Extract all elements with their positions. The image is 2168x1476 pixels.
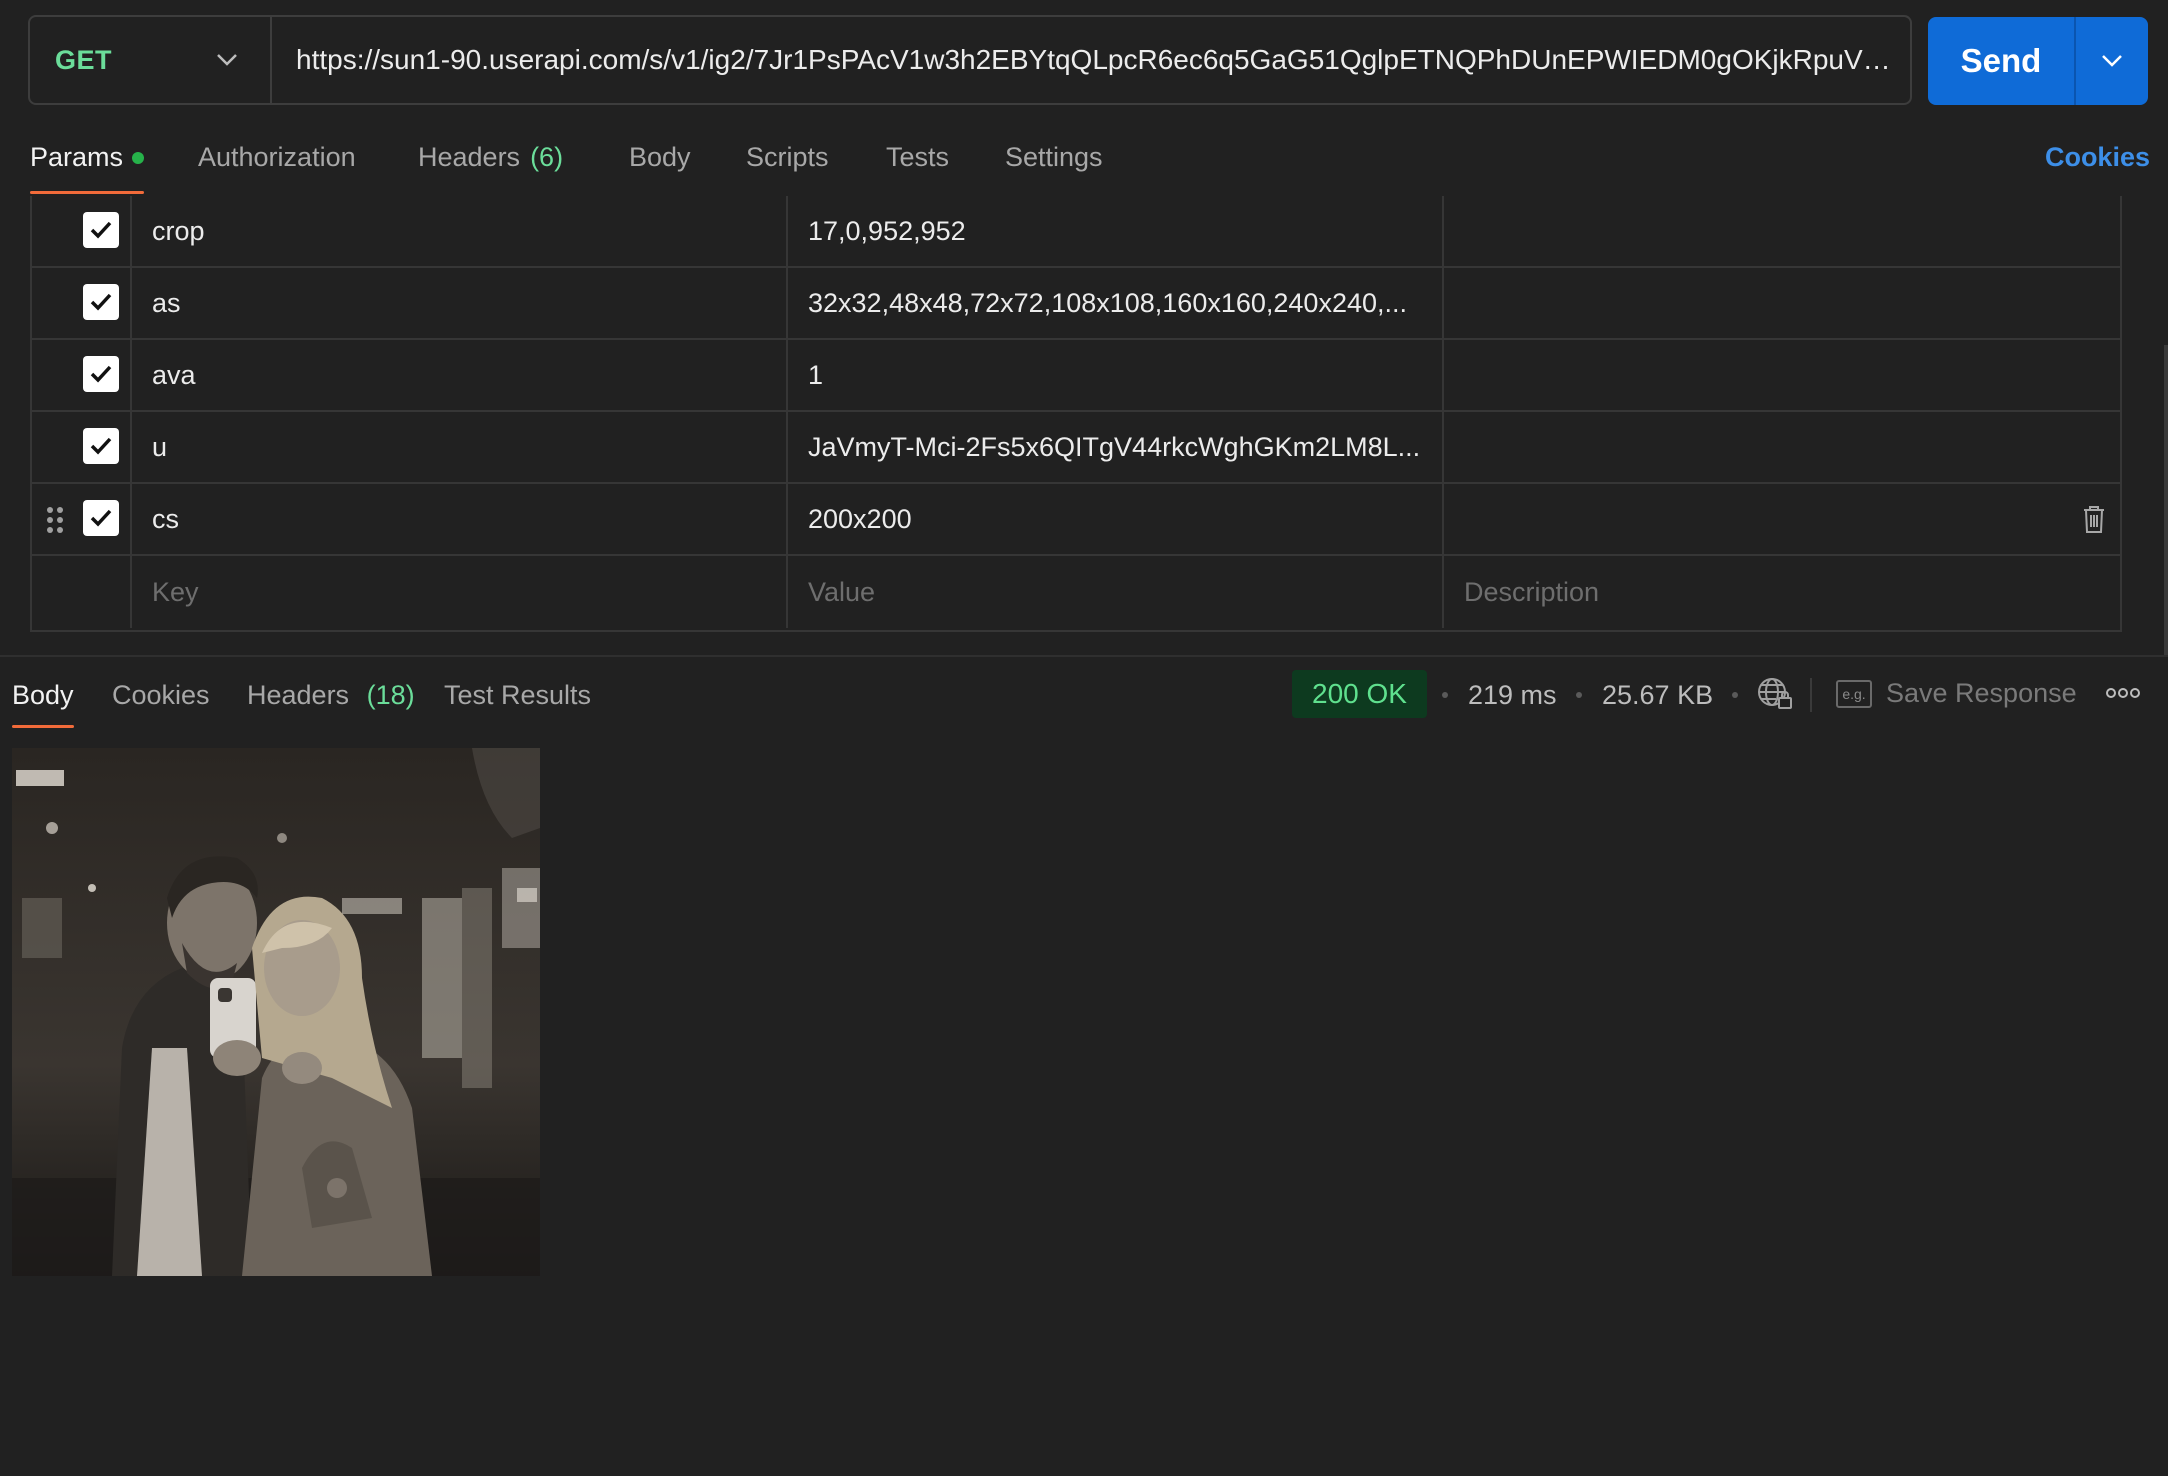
param-enabled-checkbox[interactable] (83, 500, 119, 536)
resp-tab-headers[interactable]: Headers (18) (247, 668, 415, 728)
resp-tab-test-results-label: Test Results (444, 680, 592, 710)
param-description[interactable] (1444, 268, 2120, 338)
resp-headers-count: (18) (366, 680, 415, 710)
param-value[interactable]: 32x32,48x48,72x72,108x108,160x160,240x24… (788, 268, 1444, 338)
param-description[interactable] (1444, 412, 2120, 482)
params-scrollbar[interactable] (2164, 345, 2168, 655)
params-active-dot (132, 152, 145, 164)
param-enabled-checkbox[interactable] (83, 212, 119, 248)
param-check-cell (32, 268, 132, 338)
param-enabled-checkbox[interactable] (83, 356, 119, 392)
checkmark-icon (90, 509, 112, 527)
param-row: u JaVmyT-Mci-2Fs5x6QITgV44rkcWghGKm2LM8L… (32, 412, 2120, 484)
resp-tab-headers-label: Headers (247, 680, 350, 710)
new-param-row: Key Value Description (32, 556, 2120, 628)
param-check-cell (32, 340, 132, 410)
param-key[interactable]: crop (132, 196, 788, 266)
checkmark-icon (90, 365, 112, 383)
tab-tests-label: Tests (886, 142, 950, 172)
tab-authorization-label: Authorization (198, 142, 356, 172)
pane-divider[interactable] (0, 655, 2168, 657)
status-badge[interactable]: 200 OK (1292, 670, 1427, 718)
param-row: crop 17,0,952,952 (32, 196, 2120, 268)
tab-params-label: Params (30, 142, 124, 172)
param-value[interactable]: 1 (788, 340, 1444, 410)
tab-body[interactable]: Body (629, 132, 691, 194)
resp-tab-cookies[interactable]: Cookies (112, 668, 210, 728)
checkmark-icon (90, 221, 112, 239)
api-client-window: GET https://sun1-90.userapi.com/s/v1/ig2… (0, 0, 2168, 1476)
params-table: crop 17,0,952,952 as 32x32,48x48,72x72,1… (30, 196, 2122, 632)
param-description[interactable] (1444, 196, 2120, 266)
tab-params[interactable]: Params (30, 132, 145, 194)
resp-tab-body-label: Body (12, 680, 74, 710)
tab-authorization[interactable]: Authorization (198, 132, 356, 194)
chevron-down-icon (2102, 55, 2122, 67)
request-tabs: Params Authorization Headers (6) Body Sc… (30, 132, 2150, 194)
cookies-link[interactable]: Cookies (2045, 142, 2150, 173)
param-check-cell (32, 412, 132, 482)
param-enabled-checkbox[interactable] (83, 284, 119, 320)
separator-dot (1576, 692, 1582, 698)
tab-body-label: Body (629, 142, 691, 172)
request-url-bar: GET https://sun1-90.userapi.com/s/v1/ig2… (28, 15, 1912, 105)
response-image-preview (12, 748, 540, 1276)
param-row: cs 200x200 (32, 484, 2120, 556)
drag-handle-icon[interactable] (46, 506, 66, 538)
checkmark-icon (90, 437, 112, 455)
chevron-down-icon (217, 54, 237, 66)
send-button-group: Send (1928, 17, 2148, 105)
checkmark-icon (90, 293, 112, 311)
new-param-description-input[interactable]: Description (1444, 556, 2120, 628)
send-button[interactable]: Send (1928, 17, 2076, 105)
new-param-value-input[interactable]: Value (788, 556, 1444, 628)
send-options-button[interactable] (2076, 17, 2148, 105)
tab-scripts-label: Scripts (746, 142, 829, 172)
tab-tests[interactable]: Tests (886, 132, 949, 194)
method-select[interactable]: GET (30, 17, 272, 103)
param-description[interactable] (1444, 340, 2120, 410)
new-param-key-input[interactable]: Key (132, 556, 788, 628)
save-response-label: Save Response (1886, 678, 2077, 708)
param-enabled-checkbox[interactable] (83, 428, 119, 464)
vertical-separator (1810, 678, 1812, 712)
param-key[interactable]: u (132, 412, 788, 482)
globe-lock-icon[interactable] (1756, 676, 1794, 712)
param-key[interactable]: as (132, 268, 788, 338)
param-value[interactable]: 17,0,952,952 (788, 196, 1444, 266)
tab-settings-label: Settings (1005, 142, 1103, 172)
example-icon: e.g. (1836, 679, 1872, 708)
tab-scripts[interactable]: Scripts (746, 132, 829, 194)
separator-dot (1732, 692, 1738, 698)
response-tabs: Body Cookies Headers (18) Test Results (12, 668, 1212, 730)
more-options-icon[interactable] (2106, 686, 2140, 700)
url-input[interactable]: https://sun1-90.userapi.com/s/v1/ig2/7Jr… (272, 44, 1910, 76)
resp-tab-body[interactable]: Body (12, 668, 74, 728)
param-description[interactable] (1444, 484, 2120, 554)
tab-settings[interactable]: Settings (1005, 132, 1103, 194)
param-row: ava 1 (32, 340, 2120, 412)
resp-tab-test-results[interactable]: Test Results (444, 668, 591, 728)
photo-image (12, 748, 540, 1276)
param-key[interactable]: ava (132, 340, 788, 410)
param-check-cell (32, 484, 132, 554)
headers-count: (6) (530, 142, 564, 172)
response-status-bar: 200 OK 219 ms 25.67 KB e.g. Save Respons… (1290, 670, 2160, 720)
tab-headers-label: Headers (418, 142, 521, 172)
param-value[interactable]: 200x200 (788, 484, 1444, 554)
separator-dot (1442, 692, 1448, 698)
trash-icon[interactable] (2082, 504, 2106, 534)
save-response-button[interactable]: e.g. Save Response (1836, 678, 2077, 709)
response-time[interactable]: 219 ms (1468, 680, 1557, 711)
method-label: GET (55, 44, 113, 75)
resp-tab-cookies-label: Cookies (112, 680, 210, 710)
param-row: as 32x32,48x48,72x72,108x108,160x160,240… (32, 268, 2120, 340)
response-size[interactable]: 25.67 KB (1602, 680, 1713, 711)
param-value[interactable]: JaVmyT-Mci-2Fs5x6QITgV44rkcWghGKm2LM8L..… (788, 412, 1444, 482)
tab-headers[interactable]: Headers (6) (418, 132, 563, 194)
param-check-cell (32, 556, 132, 628)
param-check-cell (32, 196, 132, 266)
param-key[interactable]: cs (132, 484, 788, 554)
